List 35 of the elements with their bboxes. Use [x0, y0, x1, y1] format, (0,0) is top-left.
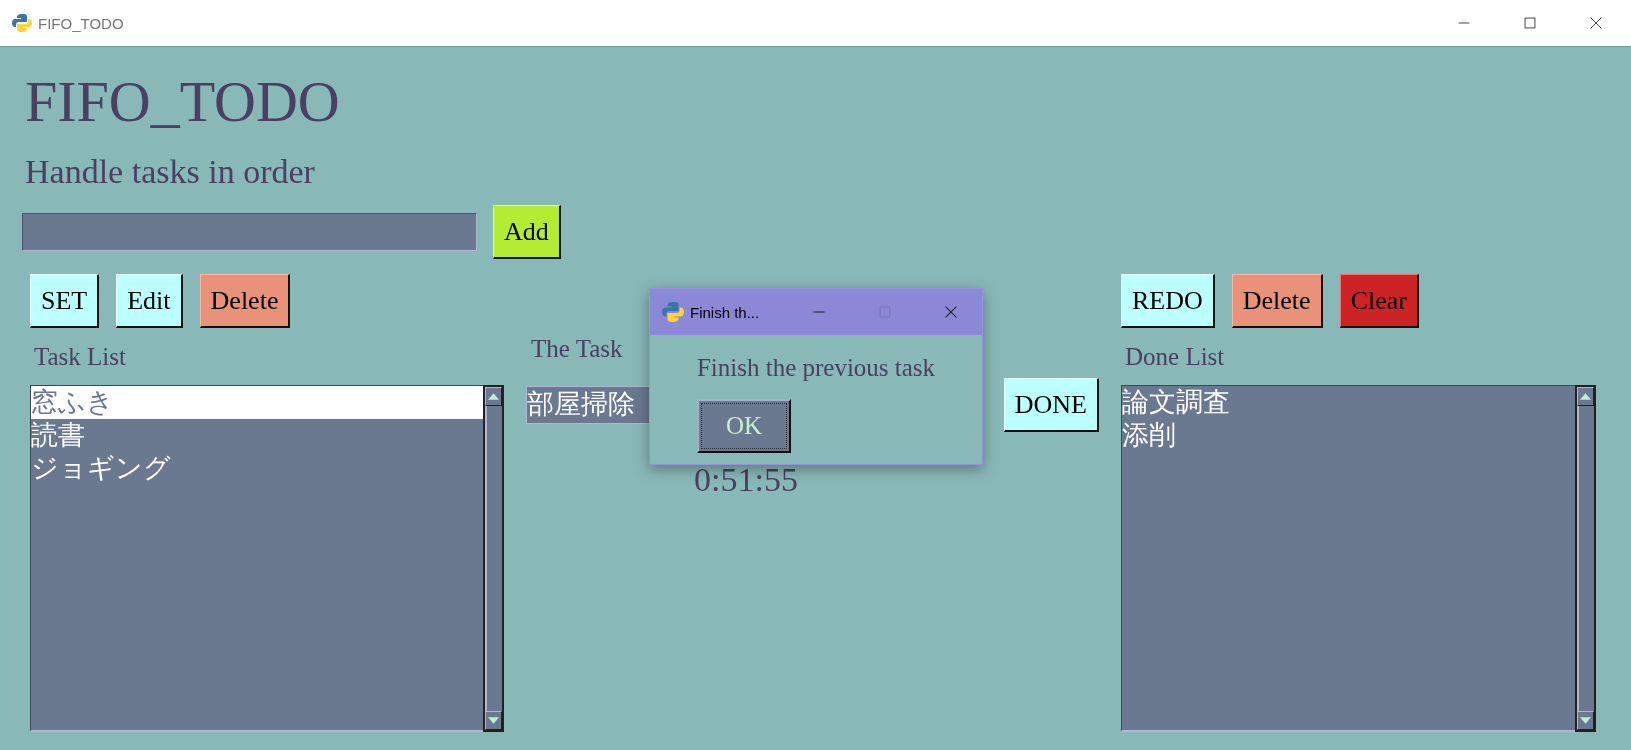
list-item[interactable]: 論文調査 [1122, 386, 1575, 419]
action-button[interactable]: Edit [116, 274, 183, 328]
app-subtitle: Handle tasks in order [25, 152, 316, 192]
list-item[interactable]: ジョギング [31, 452, 483, 485]
app-heading: FIFO_TODO [25, 68, 341, 136]
window-title: FIFO_TODO [38, 14, 124, 32]
done-button[interactable]: DONE [1003, 378, 1099, 432]
list-box[interactable]: 論文調査 添削 [1121, 385, 1575, 732]
dialog-message: Finish the previous task [695, 353, 937, 383]
timer-text: 0:51:55 [694, 462, 799, 498]
scroll-down-icon[interactable] [1580, 717, 1591, 724]
task-input-field[interactable] [22, 213, 477, 251]
list-item[interactable]: 添削 [1122, 419, 1575, 452]
ok-button[interactable]: OK [697, 399, 791, 453]
scroll-up-icon[interactable] [1580, 393, 1591, 400]
list-label: Done List [1125, 343, 1226, 371]
action-button[interactable]: REDO [1121, 274, 1215, 328]
scroll-down-icon[interactable] [488, 717, 499, 724]
scrollbar[interactable] [1575, 385, 1596, 732]
dialog-title: Finish th... [690, 303, 760, 321]
app-icon [12, 13, 32, 33]
app-icon [662, 301, 684, 323]
action-button[interactable]: Clear [1339, 274, 1419, 328]
scrollbar[interactable] [483, 385, 504, 732]
add-button[interactable]: Add [493, 205, 561, 259]
maximize-icon[interactable] [1521, 14, 1539, 32]
task-label: The Task [531, 335, 624, 363]
list-item[interactable]: 窓ふき [31, 386, 483, 419]
scroll-up-icon[interactable] [488, 393, 499, 400]
list-box[interactable]: 窓ふき 読書 ジョギング [30, 385, 483, 732]
action-button[interactable]: SET [30, 274, 100, 328]
list-item[interactable]: 読書 [31, 419, 483, 452]
action-button[interactable]: Delete [1231, 274, 1323, 328]
list-label: Task List [34, 343, 127, 371]
action-button[interactable]: Delete [199, 274, 291, 328]
